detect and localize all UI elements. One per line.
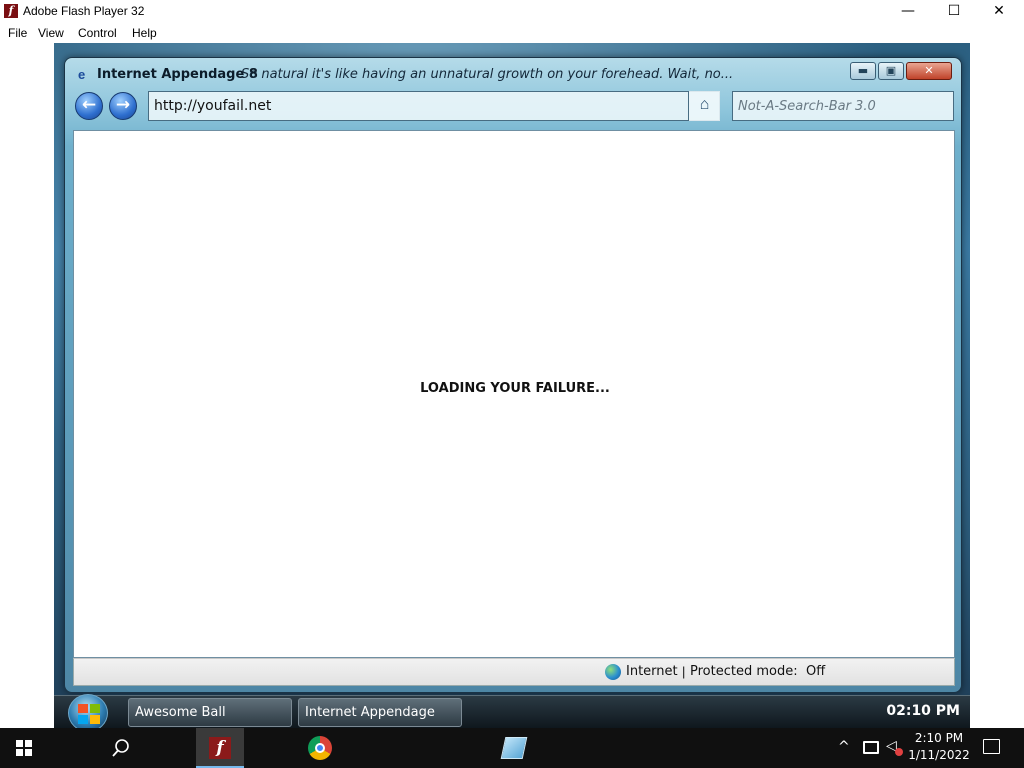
menu-control[interactable]: Control: [78, 26, 117, 40]
volume-muted-badge-icon: [895, 748, 903, 756]
search-input[interactable]: Not-A-Search-Bar 3.0: [738, 99, 876, 114]
flash-player-menubar: File View Control Help: [0, 23, 1024, 43]
simulated-taskbar: Awesome Ball Internet Appendage 02:10 PM: [54, 694, 970, 729]
task-internet-appendage[interactable]: Internet Appendage: [298, 698, 462, 727]
windows-flag-icon: [78, 704, 100, 724]
forward-arrow-icon[interactable]: →: [109, 92, 137, 120]
address-input[interactable]: http://youfail.net: [154, 98, 271, 114]
address-bar[interactable]: http://youfail.net: [148, 91, 720, 121]
globe-icon: [605, 664, 621, 680]
browser-content-area: LOADING YOUR FAILURE...: [73, 130, 955, 658]
taskbar-file-explorer[interactable]: [98, 728, 231, 768]
windows-logo-icon: [16, 740, 32, 756]
back-arrow-icon[interactable]: ←: [75, 92, 103, 120]
taskbar-notepad[interactable]: [245, 728, 528, 768]
browser-status-bar: Internet | Protected mode: Off: [73, 658, 955, 686]
browser-tagline: So natural it's like having an unnatural…: [241, 67, 734, 82]
loading-message: LOADING YOUR FAILURE...: [420, 381, 610, 396]
taskbar-time[interactable]: 2:10 PM: [908, 731, 970, 745]
window-close-button[interactable]: ✕: [976, 0, 1022, 23]
menu-file[interactable]: File: [8, 26, 27, 40]
taskbar-date[interactable]: 1/11/2022: [908, 748, 970, 762]
flash-player-titlebar[interactable]: f Adobe Flash Player 32 — ☐ ✕: [0, 0, 1024, 23]
network-icon[interactable]: [863, 741, 879, 754]
taskbar-flash-player[interactable]: f: [196, 728, 244, 768]
flash-player-icon: f: [209, 737, 231, 759]
window-minimize-button[interactable]: —: [885, 0, 931, 23]
task-awesome-ball[interactable]: Awesome Ball: [128, 698, 292, 727]
flash-player-window-title: Adobe Flash Player 32: [23, 4, 145, 18]
browser-close-button[interactable]: ✕: [906, 62, 952, 80]
protected-mode-label: Protected mode:: [690, 664, 798, 679]
protected-mode-value: Off: [806, 664, 826, 679]
internet-appendage-window: e Internet Appendage 8 So natural it's l…: [64, 57, 962, 693]
search-bar[interactable]: Not-A-Search-Bar 3.0: [732, 91, 954, 121]
browser-maximize-button[interactable]: ▣: [878, 62, 904, 80]
menu-view[interactable]: View: [38, 26, 64, 40]
window-maximize-button[interactable]: ☐: [931, 0, 977, 23]
status-zone: Internet: [626, 664, 678, 679]
browser-window-title: Internet Appendage 8: [97, 67, 258, 82]
status-separator: |: [682, 664, 686, 679]
notepad-icon: [500, 737, 528, 759]
notification-icon[interactable]: [983, 739, 1000, 754]
browser-app-icon: e: [78, 67, 86, 82]
flash-stage: e Internet Appendage 8 So natural it's l…: [54, 43, 970, 729]
taskbar-search-button[interactable]: [48, 728, 129, 768]
menu-help[interactable]: Help: [132, 26, 157, 40]
taskbar-chrome[interactable]: [148, 728, 332, 768]
chevron-up-icon[interactable]: ^: [838, 739, 850, 755]
simulated-clock: 02:10 PM: [886, 703, 960, 719]
start-button[interactable]: [0, 728, 48, 768]
chrome-icon: [308, 736, 332, 760]
browser-minimize-button[interactable]: ▬: [850, 62, 876, 80]
flash-player-logo-icon: f: [4, 4, 18, 18]
simulated-start-orb-icon[interactable]: [68, 694, 108, 729]
windows-taskbar: f ^ ◁ 2:10 PM 1/11/2022: [0, 728, 1024, 768]
home-icon[interactable]: ⌂: [688, 91, 720, 121]
